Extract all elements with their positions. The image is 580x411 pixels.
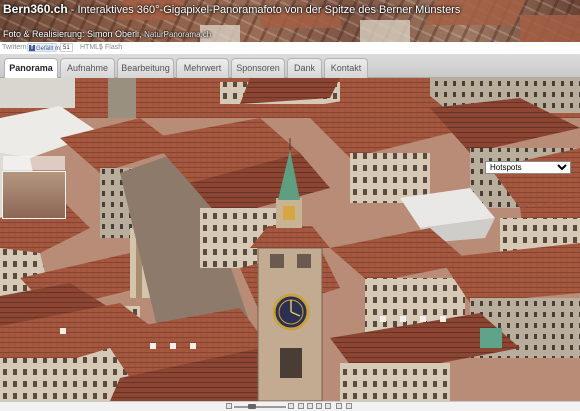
- tab-bearbeitung[interactable]: Bearbeitung: [117, 58, 174, 78]
- zoom-slider-handle[interactable]: [248, 404, 256, 409]
- zoom-out-button[interactable]: [226, 403, 232, 409]
- overview-thumbnail[interactable]: [2, 171, 66, 219]
- twitter-button[interactable]: Twittern: [2, 44, 27, 51]
- tab-sponsoren[interactable]: Sponsoren: [231, 58, 285, 78]
- site-subtitle: - Interaktives 360°-Gigapixel-Panoramafo…: [67, 4, 461, 16]
- fullscreen-button[interactable]: [346, 403, 352, 409]
- pan-right-button[interactable]: [325, 403, 331, 409]
- facebook-like-button[interactable]: f Gefällt mir: [27, 43, 63, 52]
- credit-site-link[interactable]: NaturPanorama.ch: [144, 30, 211, 39]
- hotspots-select[interactable]: Hotspots: [485, 161, 571, 174]
- thumbnail-label-area: [3, 156, 65, 170]
- tab-aufnahme[interactable]: Aufnahme: [60, 58, 115, 78]
- pan-up-button[interactable]: [307, 403, 313, 409]
- viewer-controls: [0, 401, 580, 411]
- panorama-viewer[interactable]: Hotspots: [0, 78, 580, 401]
- pan-left-button[interactable]: [298, 403, 304, 409]
- pan-down-button[interactable]: [316, 403, 322, 409]
- credit-text: Foto & Realisierung: Simon Oberli,: [3, 29, 145, 39]
- tab-kontakt[interactable]: Kontakt: [324, 58, 368, 78]
- facebook-like-count: 51: [60, 43, 73, 52]
- panorama-image: [0, 78, 580, 401]
- photo-credit: Foto & Realisierung: Simon Oberli, Natur…: [3, 29, 211, 39]
- header-banner: Bern360.ch - Interaktives 360°-Gigapixel…: [0, 0, 580, 42]
- tab-dank[interactable]: Dank: [287, 58, 322, 78]
- site-brand: Bern360.ch: [3, 2, 68, 16]
- facebook-icon: f: [29, 45, 35, 51]
- zoom-in-button[interactable]: [288, 403, 294, 409]
- tab-panorama[interactable]: Panorama: [4, 58, 58, 79]
- tab-bar: Panorama Aufnahme Bearbeitung Mehrwert S…: [0, 54, 580, 79]
- site-title: Bern360.ch - Interaktives 360°-Gigapixel…: [3, 2, 460, 16]
- flash-link[interactable]: Flash: [105, 44, 122, 51]
- autorotate-button[interactable]: [336, 403, 342, 409]
- version-separator: |: [100, 44, 102, 51]
- social-strip: Twittern f Gefällt mir 51 HTML5 | Flash: [0, 42, 580, 54]
- tab-mehrwert[interactable]: Mehrwert: [176, 58, 229, 78]
- zoom-slider-track[interactable]: [234, 406, 286, 408]
